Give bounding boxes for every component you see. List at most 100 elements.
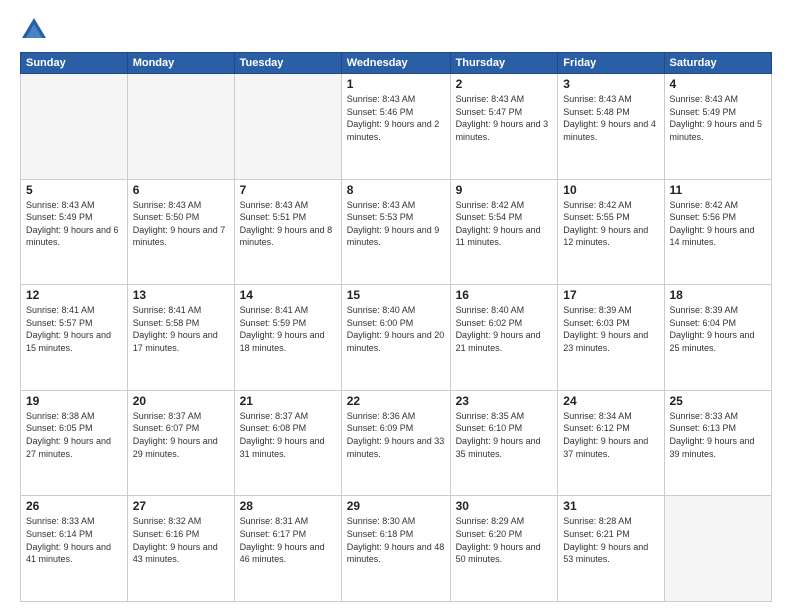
day-info: Sunrise: 8:38 AMSunset: 6:05 PMDaylight:… — [26, 410, 122, 460]
calendar-week-row: 19 Sunrise: 8:38 AMSunset: 6:05 PMDayligh… — [21, 390, 772, 496]
calendar-week-row: 1 Sunrise: 8:43 AMSunset: 5:46 PMDaylight… — [21, 74, 772, 180]
day-info: Sunrise: 8:43 AMSunset: 5:48 PMDaylight:… — [563, 93, 658, 143]
day-info: Sunrise: 8:41 AMSunset: 5:58 PMDaylight:… — [133, 304, 229, 354]
calendar-cell: 11Sunrise: 8:42 AMSunset: 5:56 PMDayligh… — [664, 179, 772, 285]
day-info: Sunrise: 8:33 AMSunset: 6:14 PMDaylight:… — [26, 515, 122, 565]
day-info: Sunrise: 8:43 AMSunset: 5:50 PMDaylight:… — [133, 199, 229, 249]
calendar-cell: 13 Sunrise: 8:41 AMSunset: 5:58 PMDayligh… — [127, 285, 234, 391]
day-number: 7 — [240, 183, 336, 197]
day-info: Sunrise: 8:42 AMSunset: 5:54 PMDaylight:… — [456, 199, 553, 249]
calendar-cell: 1 Sunrise: 8:43 AMSunset: 5:46 PMDaylight… — [341, 74, 450, 180]
calendar-cell: 26 Sunrise: 8:33 AMSunset: 6:14 PMDayligh… — [21, 496, 128, 602]
day-info: Sunrise: 8:37 AMSunset: 6:07 PMDaylight:… — [133, 410, 229, 460]
day-number: 30 — [456, 499, 553, 513]
day-info: Sunrise: 8:37 AMSunset: 6:08 PMDaylight:… — [240, 410, 336, 460]
day-info: Sunrise: 8:39 AMSunset: 6:04 PMDaylight:… — [670, 304, 767, 354]
calendar-cell: 8 Sunrise: 8:43 AMSunset: 5:53 PMDaylight… — [341, 179, 450, 285]
calendar: SundayMondayTuesdayWednesdayThursdayFrid… — [20, 52, 772, 602]
day-number: 22 — [347, 394, 445, 408]
calendar-cell — [21, 74, 128, 180]
day-number: 29 — [347, 499, 445, 513]
calendar-cell — [664, 496, 772, 602]
day-number: 25 — [670, 394, 767, 408]
day-number: 9 — [456, 183, 553, 197]
calendar-cell: 28Sunrise: 8:31 AMSunset: 6:17 PMDayligh… — [234, 496, 341, 602]
day-info: Sunrise: 8:41 AMSunset: 5:57 PMDaylight:… — [26, 304, 122, 354]
day-number: 26 — [26, 499, 122, 513]
calendar-cell: 24 Sunrise: 8:34 AMSunset: 6:12 PMDayligh… — [558, 390, 664, 496]
day-info: Sunrise: 8:40 AMSunset: 6:02 PMDaylight:… — [456, 304, 553, 354]
calendar-cell: 29 Sunrise: 8:30 AMSunset: 6:18 PMDayligh… — [341, 496, 450, 602]
calendar-cell: 7 Sunrise: 8:43 AMSunset: 5:51 PMDaylight… — [234, 179, 341, 285]
day-number: 5 — [26, 183, 122, 197]
calendar-cell — [234, 74, 341, 180]
calendar-cell: 18 Sunrise: 8:39 AMSunset: 6:04 PMDayligh… — [664, 285, 772, 391]
day-number: 14 — [240, 288, 336, 302]
calendar-day-header: Wednesday — [341, 53, 450, 74]
calendar-cell: 14Sunrise: 8:41 AMSunset: 5:59 PMDayligh… — [234, 285, 341, 391]
day-info: Sunrise: 8:34 AMSunset: 6:12 PMDaylight:… — [563, 410, 658, 460]
day-number: 3 — [563, 77, 658, 91]
calendar-cell: 4Sunrise: 8:43 AMSunset: 5:49 PMDaylight… — [664, 74, 772, 180]
calendar-day-header: Sunday — [21, 53, 128, 74]
calendar-cell: 30 Sunrise: 8:29 AMSunset: 6:20 PMDayligh… — [450, 496, 558, 602]
calendar-cell: 6 Sunrise: 8:43 AMSunset: 5:50 PMDaylight… — [127, 179, 234, 285]
calendar-cell: 23 Sunrise: 8:35 AMSunset: 6:10 PMDayligh… — [450, 390, 558, 496]
day-number: 6 — [133, 183, 229, 197]
calendar-cell: 31Sunrise: 8:28 AMSunset: 6:21 PMDayligh… — [558, 496, 664, 602]
calendar-cell: 16 Sunrise: 8:40 AMSunset: 6:02 PMDayligh… — [450, 285, 558, 391]
day-number: 4 — [670, 77, 767, 91]
day-info: Sunrise: 8:36 AMSunset: 6:09 PMDaylight:… — [347, 410, 445, 460]
calendar-cell: 21 Sunrise: 8:37 AMSunset: 6:08 PMDayligh… — [234, 390, 341, 496]
day-number: 18 — [670, 288, 767, 302]
day-number: 24 — [563, 394, 658, 408]
calendar-cell: 5 Sunrise: 8:43 AMSunset: 5:49 PMDaylight… — [21, 179, 128, 285]
calendar-cell: 10Sunrise: 8:42 AMSunset: 5:55 PMDayligh… — [558, 179, 664, 285]
day-number: 1 — [347, 77, 445, 91]
day-info: Sunrise: 8:30 AMSunset: 6:18 PMDaylight:… — [347, 515, 445, 565]
day-info: Sunrise: 8:43 AMSunset: 5:49 PMDaylight:… — [26, 199, 122, 249]
day-number: 23 — [456, 394, 553, 408]
calendar-cell — [127, 74, 234, 180]
calendar-week-row: 5 Sunrise: 8:43 AMSunset: 5:49 PMDaylight… — [21, 179, 772, 285]
calendar-cell: 17 Sunrise: 8:39 AMSunset: 6:03 PMDayligh… — [558, 285, 664, 391]
logo — [20, 16, 52, 44]
day-number: 12 — [26, 288, 122, 302]
calendar-cell: 22 Sunrise: 8:36 AMSunset: 6:09 PMDayligh… — [341, 390, 450, 496]
day-info: Sunrise: 8:43 AMSunset: 5:53 PMDaylight:… — [347, 199, 445, 249]
calendar-cell: 2 Sunrise: 8:43 AMSunset: 5:47 PMDaylight… — [450, 74, 558, 180]
day-number: 20 — [133, 394, 229, 408]
calendar-day-header: Monday — [127, 53, 234, 74]
day-info: Sunrise: 8:43 AMSunset: 5:46 PMDaylight:… — [347, 93, 445, 143]
day-info: Sunrise: 8:40 AMSunset: 6:00 PMDaylight:… — [347, 304, 445, 354]
calendar-cell: 20 Sunrise: 8:37 AMSunset: 6:07 PMDayligh… — [127, 390, 234, 496]
day-number: 17 — [563, 288, 658, 302]
calendar-day-header: Saturday — [664, 53, 772, 74]
day-number: 2 — [456, 77, 553, 91]
day-number: 13 — [133, 288, 229, 302]
day-info: Sunrise: 8:28 AMSunset: 6:21 PMDaylight:… — [563, 515, 658, 565]
calendar-cell: 27 Sunrise: 8:32 AMSunset: 6:16 PMDayligh… — [127, 496, 234, 602]
day-info: Sunrise: 8:43 AMSunset: 5:47 PMDaylight:… — [456, 93, 553, 143]
day-info: Sunrise: 8:29 AMSunset: 6:20 PMDaylight:… — [456, 515, 553, 565]
calendar-day-header: Friday — [558, 53, 664, 74]
day-number: 10 — [563, 183, 658, 197]
day-info: Sunrise: 8:35 AMSunset: 6:10 PMDaylight:… — [456, 410, 553, 460]
day-number: 16 — [456, 288, 553, 302]
calendar-cell: 25 Sunrise: 8:33 AMSunset: 6:13 PMDayligh… — [664, 390, 772, 496]
calendar-header-row: SundayMondayTuesdayWednesdayThursdayFrid… — [21, 53, 772, 74]
day-info: Sunrise: 8:31 AMSunset: 6:17 PMDaylight:… — [240, 515, 336, 565]
day-info: Sunrise: 8:39 AMSunset: 6:03 PMDaylight:… — [563, 304, 658, 354]
header — [20, 16, 772, 44]
day-info: Sunrise: 8:43 AMSunset: 5:51 PMDaylight:… — [240, 199, 336, 249]
calendar-day-header: Thursday — [450, 53, 558, 74]
day-number: 8 — [347, 183, 445, 197]
day-info: Sunrise: 8:33 AMSunset: 6:13 PMDaylight:… — [670, 410, 767, 460]
day-number: 21 — [240, 394, 336, 408]
day-number: 27 — [133, 499, 229, 513]
day-number: 19 — [26, 394, 122, 408]
day-info: Sunrise: 8:32 AMSunset: 6:16 PMDaylight:… — [133, 515, 229, 565]
calendar-week-row: 12 Sunrise: 8:41 AMSunset: 5:57 PMDayligh… — [21, 285, 772, 391]
day-number: 15 — [347, 288, 445, 302]
calendar-cell: 3 Sunrise: 8:43 AMSunset: 5:48 PMDaylight… — [558, 74, 664, 180]
